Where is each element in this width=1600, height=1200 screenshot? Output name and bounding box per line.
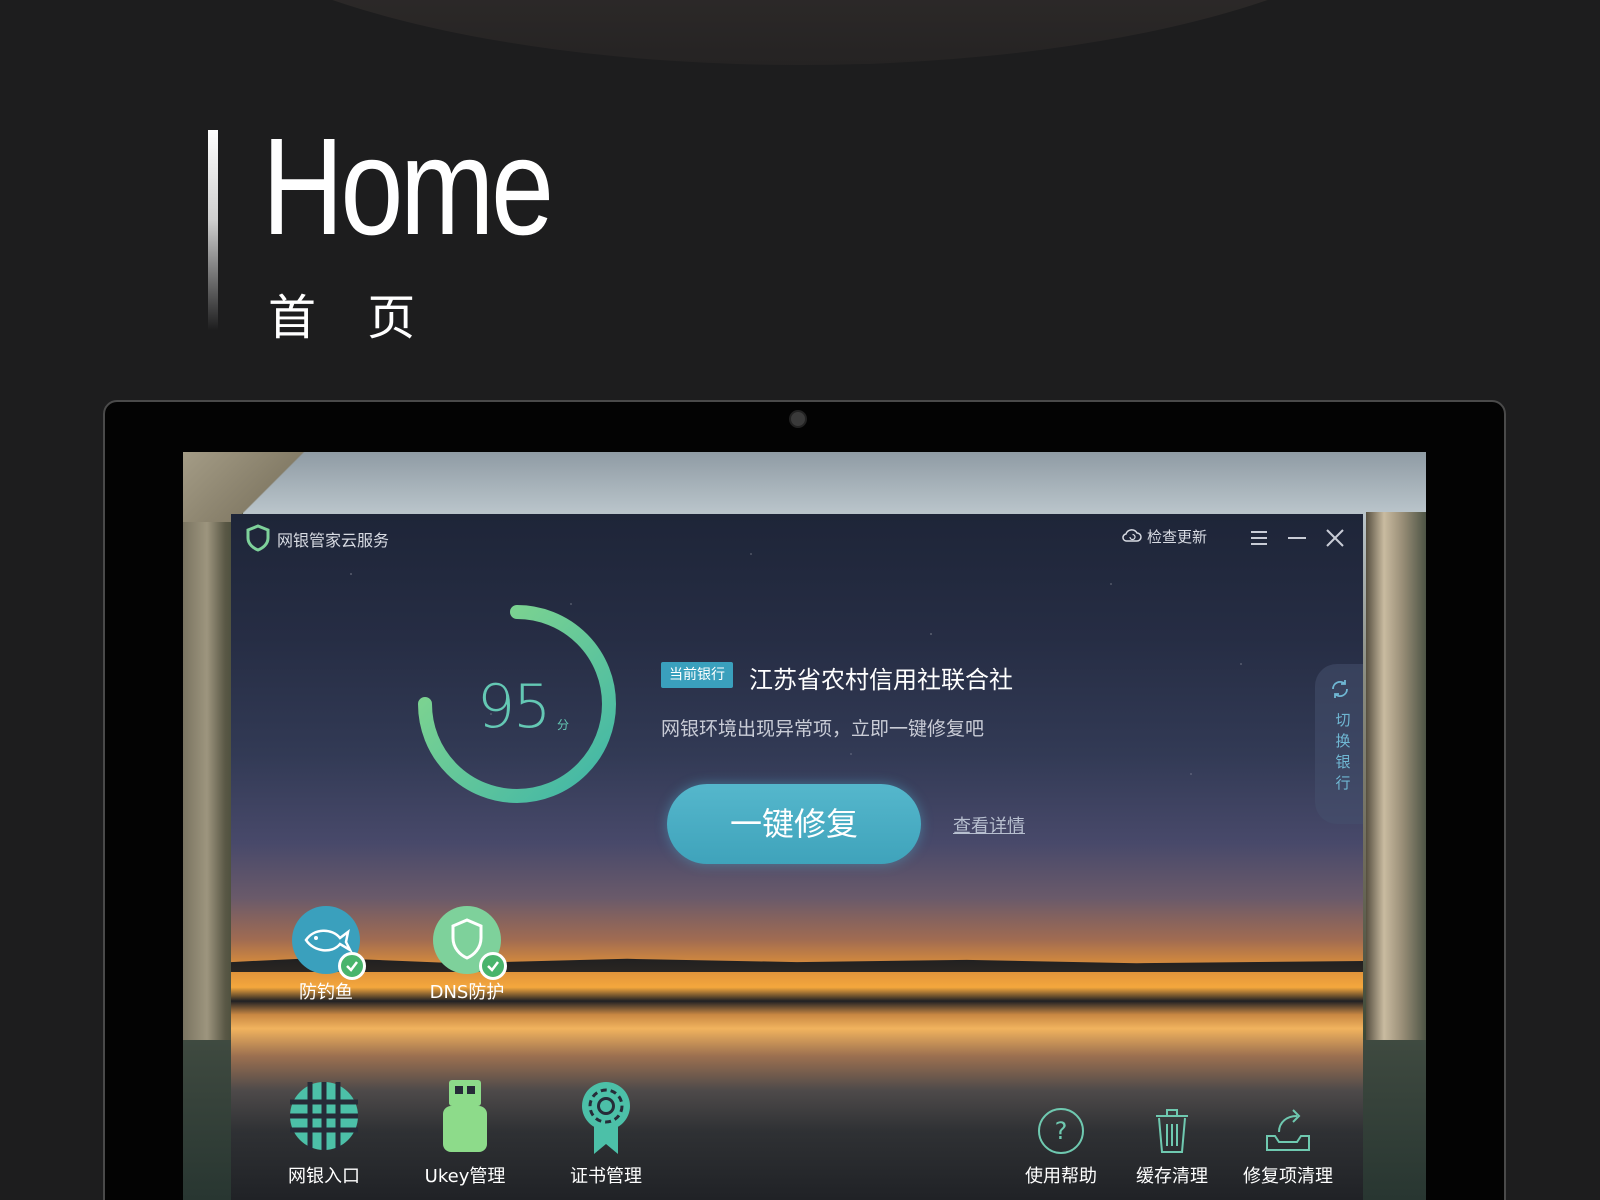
app-window: 网银管家云服务 检查更新 95 分 当前银行 江苏省农村信用社联合社 网银环境出… <box>231 514 1363 1200</box>
protection-label: DNS防护 <box>429 982 505 1003</box>
tool-bank-entry[interactable]: 网银入口 <box>264 1078 384 1188</box>
desktop-screen: 网银管家云服务 检查更新 95 分 当前银行 江苏省农村信用社联合社 网银环境出… <box>183 452 1426 1200</box>
check-icon <box>479 952 507 980</box>
svg-text:?: ? <box>1055 1117 1068 1145</box>
top-decorative-arc <box>160 0 1440 65</box>
trash-icon <box>1117 1106 1227 1156</box>
view-details-link[interactable]: 查看详情 <box>953 812 1025 838</box>
score-unit: 分 <box>557 718 570 732</box>
current-bank-tag: 当前银行 <box>661 662 733 688</box>
protection-label: 防钓鱼 <box>299 982 353 1003</box>
protection-anti-phishing[interactable]: 防钓鱼 <box>266 906 386 1004</box>
tool-ukey[interactable]: Ukey管理 <box>405 1078 525 1188</box>
tool-label: 使用帮助 <box>1025 1166 1097 1187</box>
heading-accent-bar <box>208 130 218 330</box>
close-icon[interactable] <box>1323 526 1347 550</box>
title-bar: 网银管家云服务 检查更新 <box>231 514 1363 562</box>
webcam-dot <box>789 410 807 428</box>
check-update-button[interactable]: 检查更新 <box>1121 526 1207 547</box>
globe-icon <box>264 1078 384 1154</box>
tool-label: Ukey管理 <box>424 1166 506 1187</box>
switch-bank-tab[interactable]: 切换银行 <box>1315 664 1363 824</box>
menu-icon[interactable] <box>1247 526 1271 550</box>
certificate-icon <box>546 1078 666 1154</box>
fish-icon <box>292 906 366 980</box>
section-heading-en: Home <box>262 110 554 264</box>
cloud-refresh-icon <box>1121 527 1143 547</box>
switch-bank-label: 切换银行 <box>1335 711 1351 792</box>
security-score: 95 <box>477 672 551 742</box>
warning-message: 网银环境出现异常项，立即一键修复吧 <box>661 718 985 740</box>
usb-key-icon <box>405 1078 525 1154</box>
tool-repair-clean[interactable]: 修复项清理 <box>1233 1106 1343 1188</box>
tray-export-icon <box>1233 1106 1343 1156</box>
tool-certificate[interactable]: 证书管理 <box>546 1078 666 1188</box>
tool-cache-clean[interactable]: 缓存清理 <box>1117 1106 1227 1188</box>
check-update-label: 检查更新 <box>1147 528 1208 546</box>
tool-help[interactable]: ? 使用帮助 <box>1006 1106 1116 1188</box>
section-heading-cn: 首 页 <box>268 290 434 346</box>
protection-dns[interactable]: DNS防护 <box>407 906 527 1004</box>
tool-label: 网银入口 <box>288 1166 360 1187</box>
shield-icon <box>433 906 507 980</box>
tool-label: 缓存清理 <box>1136 1166 1208 1187</box>
one-click-fix-button[interactable]: 一键修复 <box>667 784 921 864</box>
minimize-icon[interactable] <box>1285 526 1309 550</box>
tool-label: 修复项清理 <box>1243 1166 1333 1187</box>
tool-label: 证书管理 <box>570 1166 642 1187</box>
check-icon <box>338 952 366 980</box>
bank-name: 江苏省农村信用社联合社 <box>749 666 1013 694</box>
help-icon: ? <box>1006 1106 1116 1156</box>
shield-logo-icon <box>245 524 271 556</box>
horizon-silhouette <box>231 957 1363 972</box>
app-title: 网银管家云服务 <box>277 531 390 550</box>
refresh-icon <box>1329 678 1351 704</box>
